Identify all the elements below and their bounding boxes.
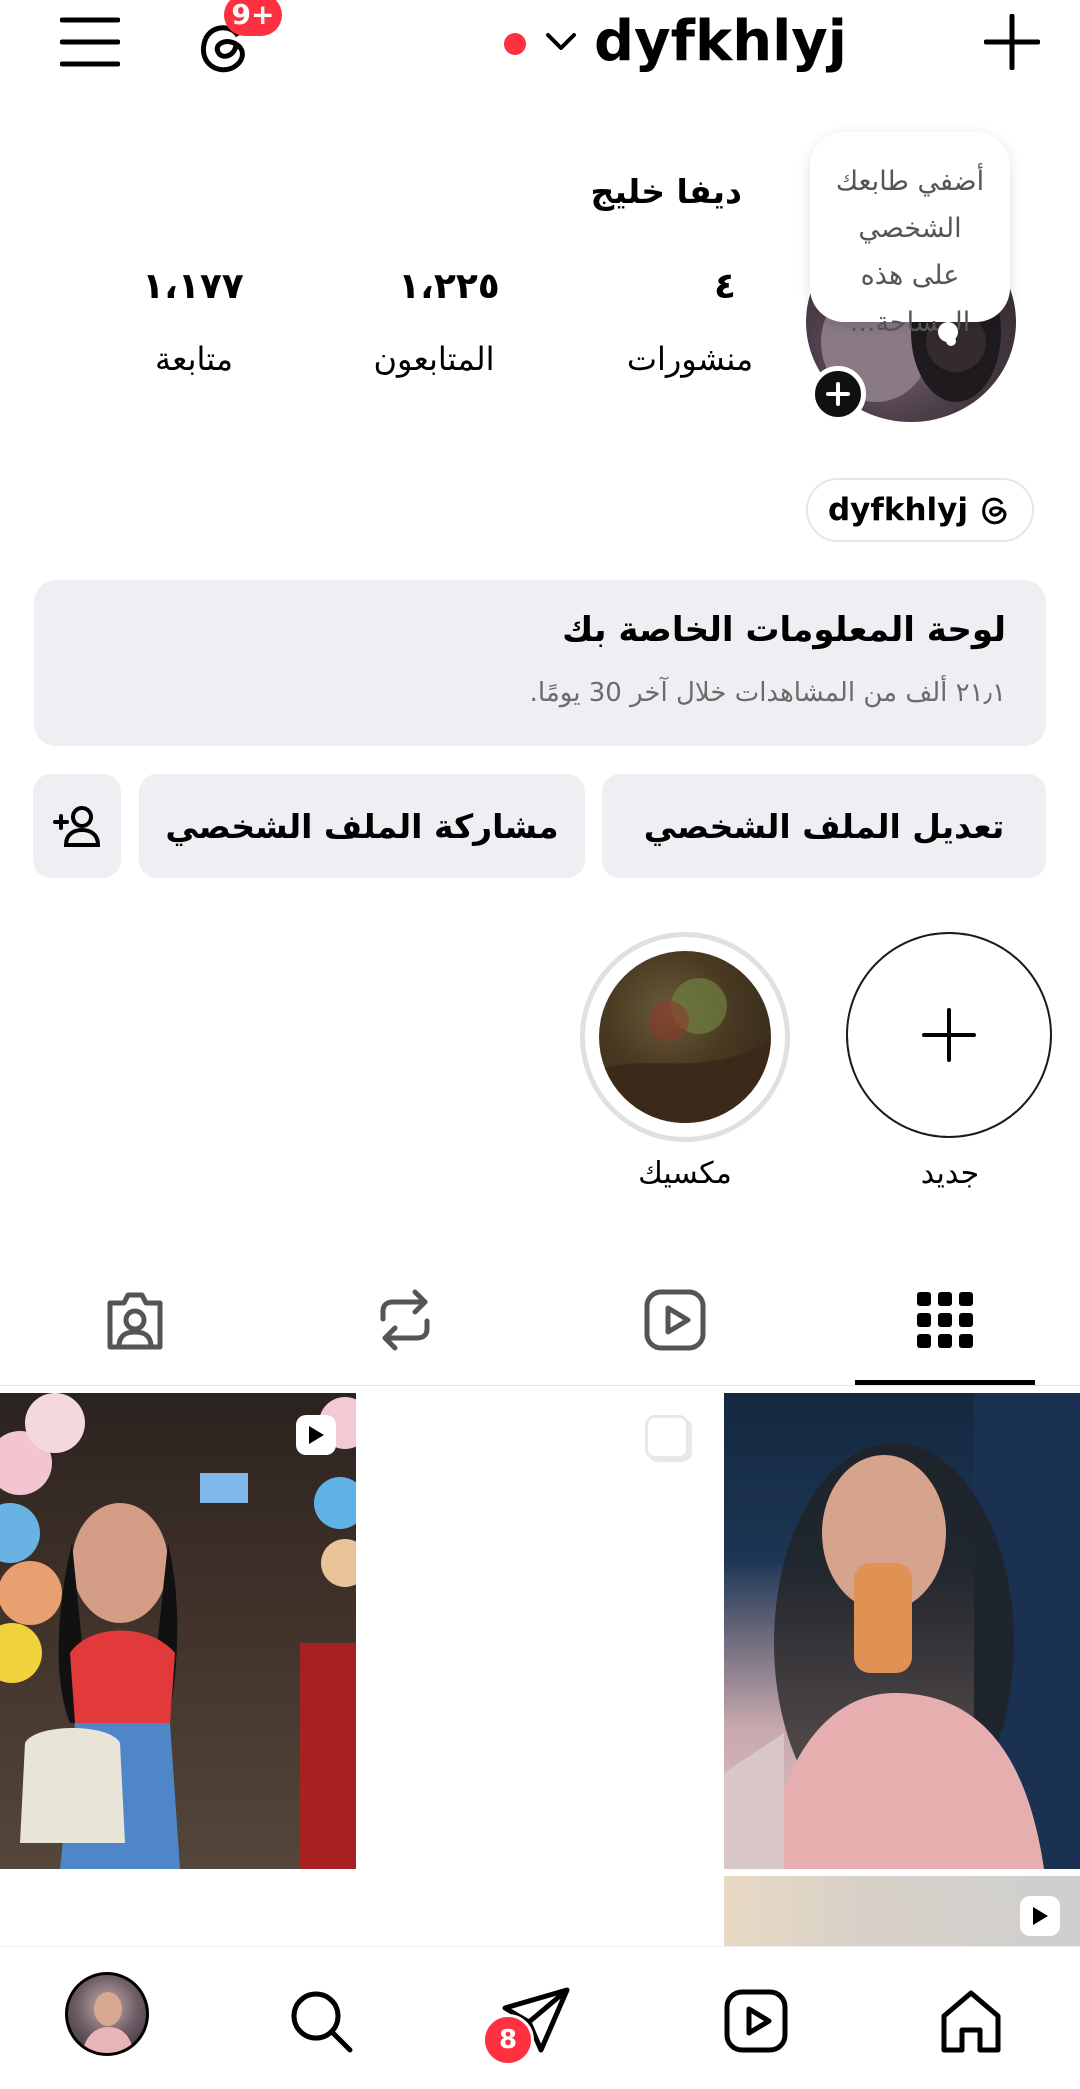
highlight-story-label: مكسيك xyxy=(638,1156,732,1191)
posts-count[interactable]: ٤ xyxy=(670,266,780,312)
post-thumbnail[interactable] xyxy=(724,1876,1080,1946)
search-icon[interactable] xyxy=(280,1980,362,2062)
post-thumbnail[interactable] xyxy=(363,1393,719,1869)
following-count[interactable]: ١،١٧٧ xyxy=(128,266,258,312)
professional-dashboard-card[interactable]: لوحة المعلومات الخاصة بك ٢١٫١ ألف من الم… xyxy=(34,580,1046,746)
messages-badge: 8 xyxy=(482,2014,534,2066)
reel-icon xyxy=(1020,1896,1060,1936)
reel-icon xyxy=(296,1415,336,1455)
share-profile-button[interactable]: مشاركة الملف الشخصي xyxy=(139,774,585,878)
note-bubble[interactable]: أضفي طابعك الشخصي على هذه المساحة... xyxy=(810,132,1010,338)
edit-profile-button[interactable]: تعديل الملف الشخصي xyxy=(602,774,1046,878)
plus-icon[interactable] xyxy=(983,13,1041,71)
grid-icon xyxy=(917,1292,973,1348)
post-thumbnail[interactable] xyxy=(724,1393,1080,1869)
profile-avatar[interactable] xyxy=(65,1972,149,2056)
add-story-icon[interactable] xyxy=(810,366,866,422)
home-icon[interactable] xyxy=(930,1980,1012,2062)
tabs-divider xyxy=(0,1385,1080,1386)
add-user-button[interactable] xyxy=(33,774,121,878)
tab-reposts[interactable] xyxy=(350,1280,460,1360)
reposts-icon xyxy=(380,1289,430,1351)
reels-icon xyxy=(644,1289,706,1351)
highlight-new-label: جديد xyxy=(920,1156,980,1191)
top-bar: 9+ dyfkhlyj xyxy=(0,0,1080,90)
reels-icon[interactable] xyxy=(715,1980,797,2062)
threads-notification-badge: 9+ xyxy=(224,0,282,36)
threads-handle-pill[interactable]: dyfkhlyj xyxy=(806,478,1034,542)
dashboard-title: لوحة المعلومات الخاصة بك xyxy=(562,610,1006,650)
tab-tagged[interactable] xyxy=(80,1280,190,1360)
dashboard-subtitle: ٢١٫١ ألف من المشاهدات خلال آخر 30 يومًا. xyxy=(529,678,1006,708)
note-bubble-tail-small xyxy=(946,336,956,346)
threads-small-icon xyxy=(978,493,1012,527)
display-name: ديفا خليج xyxy=(590,172,742,211)
highlight-new[interactable] xyxy=(846,932,1056,1142)
tab-reels[interactable] xyxy=(620,1280,730,1360)
plus-icon xyxy=(922,1008,976,1062)
tab-grid[interactable] xyxy=(855,1280,1035,1360)
username-title[interactable]: dyfkhlyj xyxy=(594,6,847,78)
add-person-icon xyxy=(53,806,101,847)
note-text: أضفي طابعك الشخصي على هذه المساحة... xyxy=(835,166,985,338)
multi-post-icon xyxy=(645,1415,689,1459)
new-highlight-circle xyxy=(846,932,1052,1138)
posts-label[interactable]: منشورات xyxy=(600,340,780,384)
hamburger-menu-icon[interactable] xyxy=(59,16,121,68)
highlight-story[interactable] xyxy=(580,932,790,1142)
followers-label[interactable]: المتابعون xyxy=(344,340,524,384)
status-dot xyxy=(504,33,526,55)
following-label[interactable]: متابعة xyxy=(124,340,264,384)
followers-count[interactable]: ١،٢٢٥ xyxy=(384,266,514,312)
tagged-icon xyxy=(107,1292,163,1350)
threads-handle-text: dyfkhlyj xyxy=(827,492,969,528)
post-thumbnail[interactable] xyxy=(0,1393,356,1869)
highlight-story-thumbnail xyxy=(599,951,771,1123)
chevron-down-icon[interactable] xyxy=(545,30,577,54)
